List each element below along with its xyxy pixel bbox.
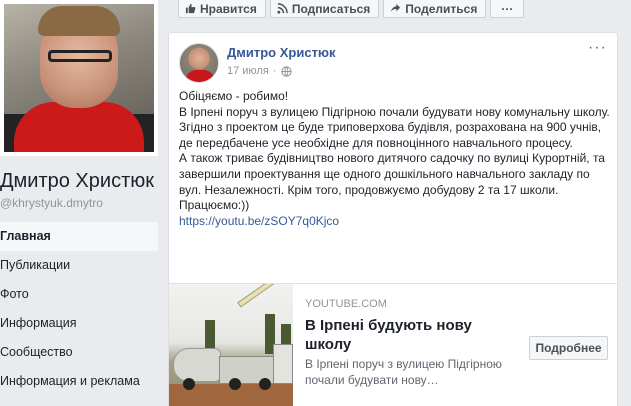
preview-thumbnail[interactable] bbox=[169, 284, 293, 406]
sidebar-item-community[interactable]: Сообщество bbox=[0, 338, 158, 367]
post-meta: 17 июля · bbox=[227, 65, 292, 77]
learn-more-button[interactable]: Подробнее bbox=[529, 336, 608, 360]
sidebar-item-about[interactable]: Информация bbox=[0, 309, 158, 338]
thumbs-up-icon bbox=[185, 3, 196, 14]
preview-source: YOUTUBE.COM bbox=[305, 298, 387, 310]
post-paragraph: Працюємо:)) bbox=[179, 198, 250, 213]
globe-icon[interactable] bbox=[280, 65, 292, 77]
post-author[interactable]: Дмитро Христюк bbox=[227, 45, 336, 60]
share-arrow-icon bbox=[391, 3, 401, 13]
page-nav: Главная Публикации Фото Информация Сообщ… bbox=[0, 222, 158, 396]
post-paragraph: А також триває будівництво нового дитячо… bbox=[179, 151, 605, 197]
post-paragraph: В Ірпені поруч з вулицею Підгірною почал… bbox=[179, 104, 610, 150]
profile-photo[interactable] bbox=[0, 0, 158, 156]
sidebar-item-info-ads[interactable]: Информация и реклама bbox=[0, 367, 158, 396]
post-card: Дмитро Христюк 17 июля · ··· Обіцяємо - … bbox=[168, 32, 618, 406]
follow-button[interactable]: Подписаться bbox=[269, 0, 380, 18]
preview-description: В Ірпені поруч з вулицею Підгірною почал… bbox=[305, 357, 502, 387]
post-link[interactable]: https://youtu.be/zSOY7q0Kjco bbox=[179, 214, 339, 228]
post-paragraph: Обіцяємо - робимо! bbox=[179, 89, 289, 103]
left-column: Дмитро Христюк @khrystyuk.dmytro Главная… bbox=[0, 0, 160, 406]
post-date[interactable]: 17 июля bbox=[227, 65, 269, 77]
share-label: Поделиться bbox=[405, 1, 478, 16]
page-action-bar: Нравится Подписаться Поделиться ··· bbox=[178, 0, 525, 18]
like-page-button[interactable]: Нравится bbox=[178, 0, 266, 18]
page-name[interactable]: Дмитро Христюк bbox=[0, 170, 154, 193]
preview-title[interactable]: В Ірпені будують нову школу bbox=[305, 316, 495, 354]
page-handle[interactable]: @khrystyuk.dmytro bbox=[0, 196, 103, 210]
post-body: Обіцяємо - робимо! В Ірпені поруч з вули… bbox=[179, 89, 611, 229]
more-options-button[interactable]: ··· bbox=[490, 0, 525, 18]
sidebar-item-home[interactable]: Главная bbox=[0, 222, 158, 251]
profile-photo-image bbox=[4, 4, 154, 152]
sidebar-item-posts[interactable]: Публикации bbox=[0, 251, 158, 280]
author-avatar[interactable] bbox=[179, 43, 219, 83]
share-button[interactable]: Поделиться bbox=[383, 0, 487, 18]
follow-label: Подписаться bbox=[291, 1, 371, 16]
post-options-button[interactable]: ··· bbox=[588, 40, 607, 56]
like-page-label: Нравится bbox=[200, 1, 257, 16]
rss-icon bbox=[277, 3, 288, 14]
link-preview[interactable]: YOUTUBE.COM В Ірпені будують нову школу … bbox=[169, 283, 617, 406]
sidebar-item-photos[interactable]: Фото bbox=[0, 280, 158, 309]
